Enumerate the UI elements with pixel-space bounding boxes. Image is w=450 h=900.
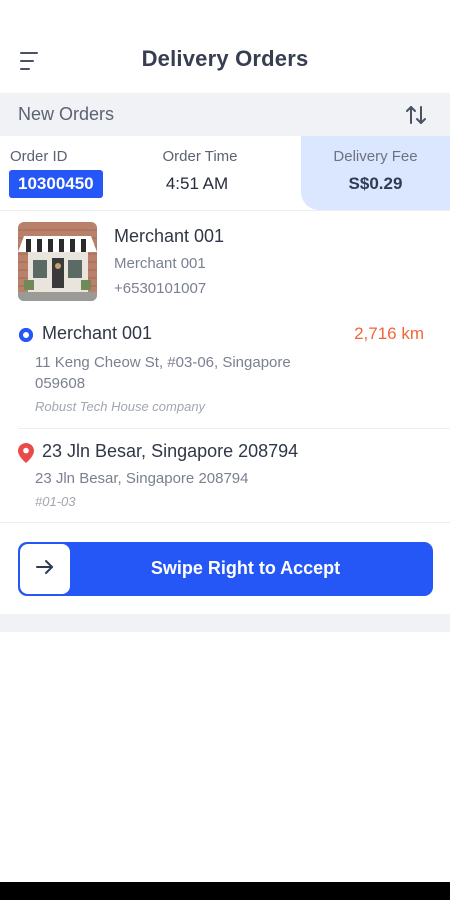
pickup-name: Merchant 001 xyxy=(42,323,153,343)
swipe-label: Swipe Right to Accept xyxy=(150,558,341,578)
divider xyxy=(0,210,450,211)
page-title: Delivery Orders xyxy=(141,46,309,71)
divider xyxy=(0,522,450,523)
order-id-column: Order ID 10300450 xyxy=(0,136,130,210)
app-header: Delivery Orders xyxy=(0,0,450,93)
pickup-note: Robust Tech House company xyxy=(35,399,206,414)
order-id-badge: 10300450 xyxy=(9,170,103,198)
order-time-label: Order Time xyxy=(162,148,238,165)
order-id-label: Order ID xyxy=(10,148,68,165)
separator-band xyxy=(0,614,450,632)
order-time-value: 4:51 AM xyxy=(165,174,229,193)
merchant-photo xyxy=(18,222,97,301)
merchant-name: Merchant 001 xyxy=(114,226,225,246)
divider xyxy=(18,428,450,429)
delivery-fee-label: Delivery Fee xyxy=(333,148,418,165)
merchant-subtitle: Merchant 001 xyxy=(114,255,206,272)
section-title: New Orders xyxy=(18,104,115,124)
pickup-address: 11 Keng Cheow St, #03-06, Singapore 0596… xyxy=(35,354,291,392)
sort-icon[interactable] xyxy=(404,103,428,127)
dropoff-unit: #01-03 xyxy=(35,494,76,509)
order-time-column: Order Time 4:51 AM xyxy=(130,136,300,210)
dropoff-address: 23 Jln Besar, Singapore 208794 xyxy=(35,470,249,487)
dropoff-pin-icon xyxy=(18,443,34,463)
delivery-fee-value: S$0.29 xyxy=(348,174,403,193)
dropoff-name: 23 Jln Besar, Singapore 208794 xyxy=(42,441,299,461)
delivery-fee-column: Delivery Fee S$0.29 xyxy=(301,136,450,210)
arrow-right-icon xyxy=(35,559,55,580)
merchant-phone[interactable]: +6530101007 xyxy=(114,280,206,297)
swipe-to-accept[interactable]: Swipe Right to Accept xyxy=(18,542,433,596)
section-bar: New Orders xyxy=(0,93,450,136)
order-summary: Order ID 10300450 Order Time 4:51 AM Del… xyxy=(0,136,450,210)
distance-value: 2,716 km xyxy=(354,324,424,343)
system-nav-bar xyxy=(0,882,450,900)
pickup-pin-icon xyxy=(19,328,33,342)
